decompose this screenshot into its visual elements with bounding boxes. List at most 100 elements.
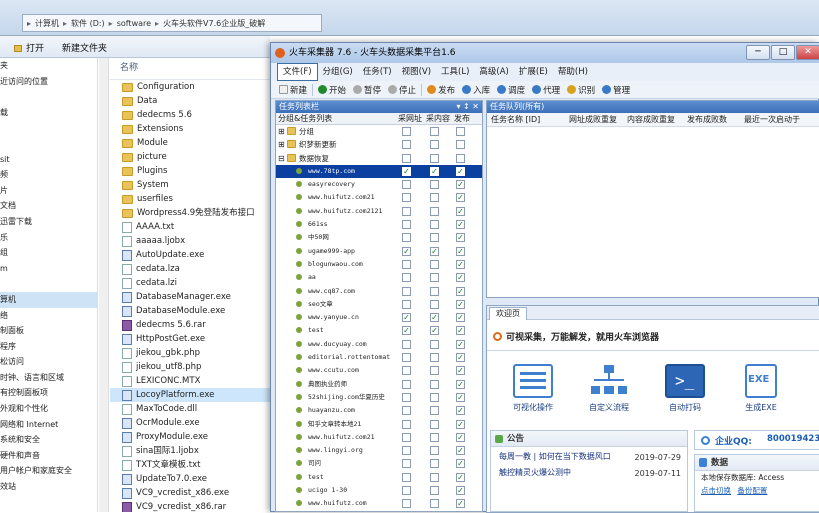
file-row[interactable]: sina国际1.ljobx [110,444,270,458]
feature-custom-flow[interactable]: 自定义流程 [579,364,639,413]
expand-toggle-icon[interactable]: ⊟ [278,152,285,165]
tree-task-row[interactable]: 52shijing.com华夏历史 ✓ [276,391,482,404]
task-checkbox[interactable]: ✓ [456,246,465,256]
nav-item[interactable]: 外观和个性化 [0,401,97,417]
file-row[interactable]: cedata.lza [110,262,270,276]
tree-task-row[interactable]: 知乎文章转本地21 ✓ [276,418,482,431]
task-checkbox[interactable] [402,127,411,136]
task-checkbox[interactable] [456,153,465,163]
open-button[interactable]: 打开 [14,41,44,54]
nav-item[interactable]: 制面板 [0,323,97,339]
file-row[interactable]: HttpPostGet.exe [110,332,270,346]
task-checkbox[interactable] [402,459,411,469]
task-checkbox[interactable] [402,353,411,363]
task-checkbox[interactable] [402,153,411,163]
breadcrumb-item[interactable]: 火车头软件V7.6企业版_破解 [163,18,265,29]
file-row[interactable]: dedecms 5.6 [110,108,270,122]
task-checkbox[interactable]: ✓ [456,472,465,482]
file-row[interactable]: Extensions [110,122,270,136]
menu-item[interactable]: 视图(V) [397,63,436,81]
task-checkbox[interactable]: ✓ [456,259,465,269]
file-row[interactable]: MaxToCode.dll [110,402,270,416]
notice-item[interactable]: 每周一教 | 如何在当下数据风口 2019-07-29 [491,449,687,465]
toolbar-new-button[interactable]: 新建 [277,84,309,96]
task-checkbox[interactable] [402,193,411,203]
task-checkbox[interactable] [430,499,439,509]
task-checkbox[interactable] [430,193,439,203]
task-checkbox[interactable]: ✓ [402,313,411,323]
tree-task-row[interactable]: www.huifutz.com21 ✓ [276,431,482,444]
task-checkbox[interactable] [402,220,411,230]
task-checkbox[interactable] [430,127,439,136]
file-row[interactable]: userfiles [110,192,270,206]
tree-task-row[interactable]: www.huifutz.com ✓ [276,497,482,510]
file-row[interactable]: Wordpress4.9免登陆发布接口 [110,206,270,220]
task-checkbox[interactable]: ✓ [456,233,465,243]
tree-group-row[interactable]: ⊞ 织梦新更新 [276,138,482,151]
task-checkbox[interactable]: ✓ [456,326,465,336]
task-checkbox[interactable] [430,259,439,269]
task-checkbox[interactable] [402,472,411,482]
file-row[interactable]: LEXICONC.MTX [110,374,270,388]
task-checkbox[interactable]: ✓ [456,339,465,349]
nav-item[interactable] [0,89,97,105]
menu-item[interactable]: 任务(T) [358,63,397,81]
queue-col-last-start[interactable]: 最近一次启动于 [744,113,800,127]
file-row[interactable]: AAAA.txt [110,220,270,234]
file-row[interactable]: LocoyPlatform.exe [110,388,270,402]
file-row[interactable]: VC9_vcredist_x86.exe [110,486,270,500]
file-row[interactable]: jiekou_utf8.php [110,360,270,374]
toolbar-schedule-button[interactable]: 调度 [495,84,527,96]
nav-item[interactable]: 效站 [0,479,97,495]
toolbar-stop-button[interactable]: 停止 [386,84,418,96]
file-row[interactable]: TXT文章模板.txt [110,458,270,472]
task-checkbox[interactable] [430,472,439,482]
task-checkbox[interactable]: ✓ [430,246,439,256]
task-checkbox[interactable]: ✓ [456,392,465,402]
task-checkbox[interactable] [430,432,439,442]
menu-item[interactable]: 工具(L) [436,63,474,81]
nav-item[interactable]: 组 [0,245,97,261]
task-checkbox[interactable]: ✓ [402,166,411,176]
queue-col-content[interactable]: 内容成败重复 [627,113,675,127]
task-checkbox[interactable] [430,406,439,416]
task-checkbox[interactable]: ✓ [456,193,465,203]
toolbar-import-button[interactable]: 入库 [460,84,492,96]
switch-db-link[interactable]: 点击切换 [701,486,731,495]
tree-task-row[interactable]: www.yanyue.cn ✓ ✓ ✓ [276,311,482,324]
notice-item[interactable]: 触控精灵火爆公测中 2019-07-11 [491,465,687,481]
feature-auto-captcha[interactable]: >_ 自动打码 [655,364,715,413]
breadcrumb-item[interactable]: software [117,19,151,28]
nav-item[interactable]: 络 [0,308,97,324]
breadcrumb-item[interactable]: 计算机 [35,18,59,29]
close-button[interactable]: ✕ [796,45,819,60]
toolbar-pause-button[interactable]: 暂停 [351,84,383,96]
col-group-header[interactable]: 分组&任务列表 [278,113,332,125]
task-checkbox[interactable] [430,379,439,389]
nav-item[interactable] [0,276,97,292]
nav-item[interactable]: 系统和安全 [0,432,97,448]
nav-item[interactable]: 载 [0,105,97,121]
name-column-header[interactable]: 名称 [110,58,270,80]
queue-col-name[interactable]: 任务名称 [ID] [491,113,540,127]
nav-item[interactable]: 用户帐户和家庭安全 [0,463,97,479]
menu-item[interactable]: 帮助(H) [553,63,593,81]
task-checkbox[interactable]: ✓ [456,313,465,323]
task-checkbox[interactable]: ✓ [456,446,465,456]
file-row[interactable]: Configuration [110,80,270,94]
col-content-header[interactable]: 采内容 [426,113,450,125]
file-row[interactable]: OcrModule.exe [110,416,270,430]
nav-item[interactable]: 网络和 Internet [0,417,97,433]
task-checkbox[interactable]: ✓ [456,353,465,363]
task-checkbox[interactable] [430,366,439,376]
tree-task-row[interactable]: 典图执业药师 ✓ [276,378,482,391]
task-checkbox[interactable]: ✓ [456,286,465,296]
backup-config-link[interactable]: 备份配置 [737,486,767,495]
file-row[interactable]: AutoUpdate.exe [110,248,270,262]
task-checkbox[interactable] [402,499,411,509]
nav-item[interactable]: 硬件和声音 [0,448,97,464]
panel-pin-icon[interactable]: ▾ ↕ ✕ [456,101,479,113]
task-checkbox[interactable]: ✓ [456,379,465,389]
tree-task-row[interactable]: www.huifutz.com2121 ✓ [276,205,482,218]
tree-task-row[interactable]: www.cq87.com ✓ [276,285,482,298]
